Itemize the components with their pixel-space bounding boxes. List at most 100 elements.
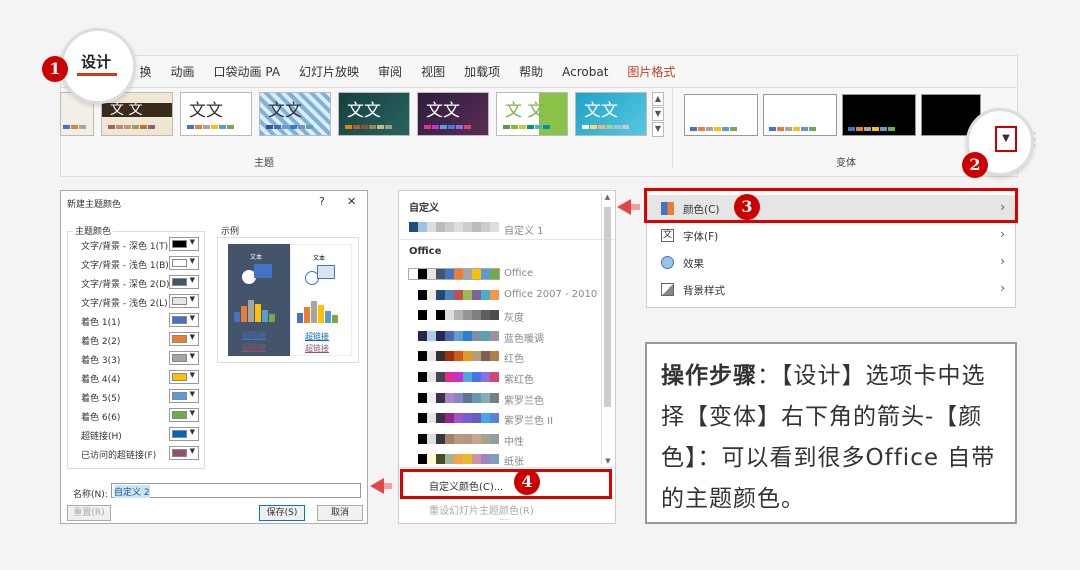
chevron-down-icon: ▼ [189,238,195,246]
scroll-up-icon[interactable]: ▲ [602,193,613,201]
color-chip [172,240,187,248]
save-button[interactable]: 保存(S) [259,505,305,521]
tab-review[interactable]: 审阅 [369,62,412,82]
themes-scroll-down[interactable]: ▼ [652,107,664,121]
palette-color [418,289,427,300]
palette-label[interactable]: 红色 [504,350,524,365]
design-tab-highlight[interactable]: 设计 [60,28,136,104]
color-picker-dropdown[interactable]: ▼ [169,370,199,384]
tab-design[interactable]: 设计 [81,51,111,72]
palette-label[interactable]: 紫红色 [504,371,534,386]
palette-color [445,310,454,321]
help-icon[interactable]: ? [319,195,325,208]
cancel-button[interactable]: 取消 [317,505,363,521]
theme-thumb-office[interactable]: 文文 [180,92,252,136]
sample-label: 示例 [221,227,240,237]
menu-item-background[interactable]: 背景样式 › [647,276,1015,303]
tab-picture-format[interactable]: 图片格式 [618,62,685,82]
tab-pocket-animation[interactable]: 口袋动画 PA [204,62,290,82]
color-picker-dropdown[interactable]: ▼ [169,389,199,403]
variants-more-button[interactable]: ▼ [995,126,1017,152]
palette-color [436,289,445,300]
active-tab-underline [77,73,117,76]
palette-swatch[interactable] [409,392,499,403]
tab-view[interactable]: 视图 [412,62,455,82]
menu-item-effects-label: 效果 [683,258,704,270]
reset-button[interactable]: 重置(R) [67,505,111,521]
color-picker-dropdown[interactable]: ▼ [169,427,199,441]
color-picker-dropdown[interactable]: ▼ [169,332,199,346]
reset-theme-colors-item[interactable]: 重设幻灯片主题颜色(R) [429,502,534,517]
color-picker-dropdown[interactable]: ▼ [169,351,199,365]
scroll-thumb[interactable] [604,207,611,407]
tab-animations[interactable]: 动画 [161,62,204,82]
palette-label[interactable]: 紫罗兰色 [504,392,544,407]
color-chip [172,411,187,419]
palette-color [481,392,490,403]
palette-label[interactable]: 蓝色暖调 [504,330,544,345]
color-picker-dropdown[interactable]: ▼ [169,313,199,327]
theme-thumb-blue[interactable]: 文文 [575,92,647,136]
palette-color [490,413,499,424]
close-icon[interactable]: ✕ [347,195,356,208]
palette-color [427,392,436,403]
custom-palette-label[interactable]: 自定义 1 [504,222,544,237]
palette-color [454,413,463,424]
tab-acrobat[interactable]: Acrobat [553,62,618,82]
gallery-divider [399,239,615,240]
theme-thumb-green[interactable]: 文 文 [496,92,568,136]
palette-color [481,433,490,444]
palette-label[interactable]: 紫罗兰色 II [504,412,553,427]
chevron-right-icon: › [1000,281,1005,295]
variant-1[interactable] [684,94,758,136]
tab-addins[interactable]: 加载项 [455,62,510,82]
theme-thumb-dark-teal[interactable]: 文文 [338,92,410,136]
palette-color [454,310,463,321]
color-picker-dropdown[interactable]: ▼ [169,237,199,251]
palette-color [409,372,418,382]
variant-2[interactable] [763,94,837,136]
name-input[interactable]: 自定义 2 [111,483,361,498]
palette-label[interactable]: 中性 [504,433,524,448]
palette-swatch[interactable] [409,351,499,362]
pointer-arrow-4 [370,478,384,494]
themes-scroll-up[interactable]: ▲ [652,92,664,106]
palette-swatch[interactable] [409,330,499,341]
palette-swatch[interactable] [409,454,499,465]
palette-color [472,392,481,403]
palette-swatch[interactable] [409,433,499,444]
theme-color-label: 超链接(H) [81,432,122,442]
tab-slideshow[interactable]: 幻灯片放映 [290,62,369,82]
palette-swatch[interactable] [409,372,499,382]
menu-item-effects[interactable]: 效果 › [647,249,1015,276]
theme-thumb-dark-purple[interactable]: 文文 [417,92,489,136]
palette-color [463,392,472,403]
tab-help[interactable]: 帮助 [510,62,553,82]
palette-color [454,289,463,300]
color-picker-dropdown[interactable]: ▼ [169,446,199,460]
palette-label[interactable]: Office 2007 - 2010 [504,289,597,300]
themes-more[interactable]: ▼ [652,122,664,137]
palette-swatch[interactable] [409,413,499,424]
name-label: 名称(N): [73,490,108,500]
color-picker-dropdown[interactable]: ▼ [169,294,199,308]
palette-color [463,289,472,300]
theme-thumb-pattern[interactable]: 文文 [259,92,331,136]
color-picker-dropdown[interactable]: ▼ [169,408,199,422]
palette-label[interactable]: 灰度 [504,309,524,324]
palette-swatch[interactable] [408,268,500,280]
menu-item-fonts[interactable]: 文 字体(F) › [647,222,1015,249]
palette-swatch[interactable] [409,289,499,300]
color-picker-dropdown[interactable]: ▼ [169,275,199,289]
gallery-scrollbar[interactable]: ▲ ▼ [601,193,613,465]
palette-color [472,269,481,279]
palette-swatch[interactable] [409,310,499,321]
chevron-down-icon: ▼ [189,428,195,436]
variant-3[interactable] [842,94,916,136]
chevron-down-icon: ▼ [189,295,195,303]
palette-color [490,392,499,403]
scroll-down-icon[interactable]: ▼ [602,457,614,465]
color-picker-dropdown[interactable]: ▼ [169,256,199,270]
palette-label[interactable]: Office [504,268,533,279]
palette-color [481,269,490,279]
